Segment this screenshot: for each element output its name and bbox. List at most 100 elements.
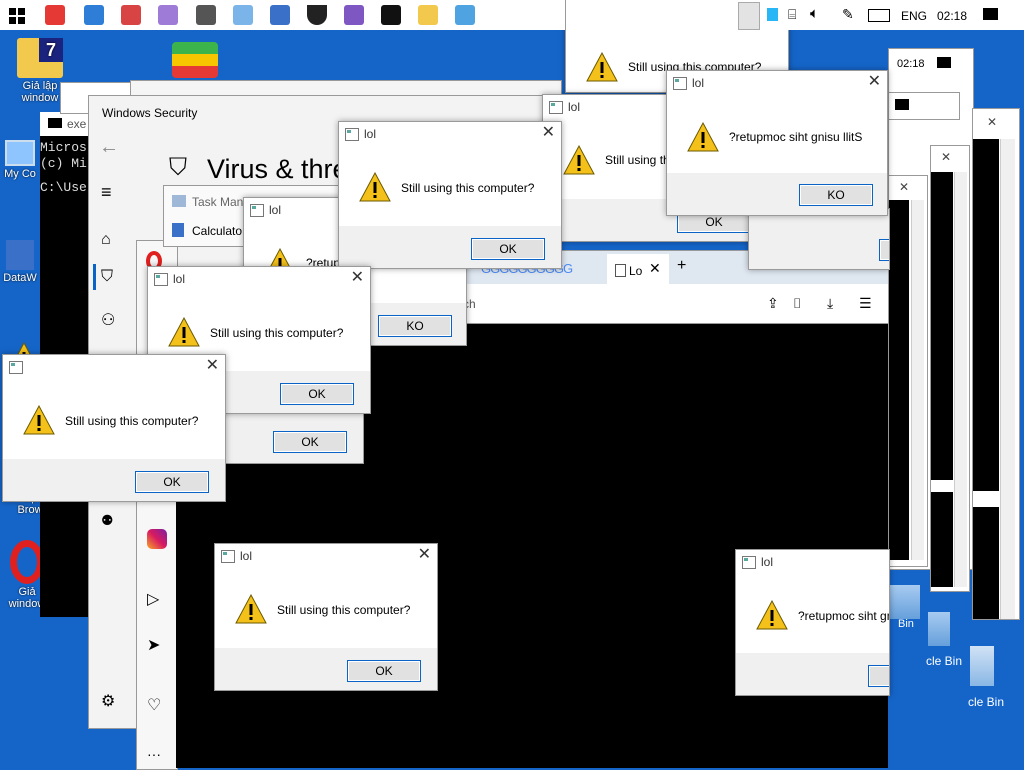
ok-button[interactable]: OK xyxy=(280,383,354,405)
recycle-bin-icon[interactable] xyxy=(970,646,994,686)
console-line: (c) Mi xyxy=(40,156,87,171)
shield-icon[interactable] xyxy=(307,5,327,25)
volume-icon[interactable]: 🔈︎ xyxy=(810,5,819,22)
desktop-icon-dataw[interactable]: DataW xyxy=(0,240,40,284)
app-icon xyxy=(673,77,687,90)
new-tab-icon[interactable]: + xyxy=(677,257,686,275)
task-manager-icon xyxy=(172,195,186,207)
play-icon[interactable]: ▷ xyxy=(147,589,159,609)
ko-button[interactable]: KO xyxy=(378,315,452,337)
ok-button[interactable] xyxy=(879,239,889,261)
download-icon[interactable]: ⤓ xyxy=(827,295,833,312)
ko-button[interactable]: KO xyxy=(799,184,873,206)
app-icon[interactable] xyxy=(344,5,364,25)
notepad-icon[interactable] xyxy=(233,5,253,25)
dialog-title: lol xyxy=(692,76,705,90)
heart-icon[interactable]: ♡ xyxy=(147,695,161,715)
scroll-window[interactable]: ✕ xyxy=(930,145,970,592)
ok-button[interactable]: OK xyxy=(135,471,209,493)
close-tab-icon[interactable]: ✕ xyxy=(649,260,661,277)
calculator-label: Calculato xyxy=(192,224,243,238)
app-icon xyxy=(742,556,756,569)
app-icon[interactable] xyxy=(84,5,104,25)
app-icon[interactable] xyxy=(158,5,178,25)
recycle-bin-icon[interactable] xyxy=(928,612,950,646)
warning-icon xyxy=(168,317,200,347)
close-icon[interactable]: ✕ xyxy=(351,269,364,287)
shield-nav-icon[interactable] xyxy=(93,264,96,290)
folder-icon[interactable] xyxy=(418,5,438,25)
scroll-window[interactable]: ✕ xyxy=(888,175,928,567)
console-tab-label: exe xyxy=(67,117,87,131)
app-icon xyxy=(345,128,359,141)
console-line: Micros xyxy=(40,140,87,155)
app-tray-icon[interactable] xyxy=(767,8,778,21)
second-clock: 02:18 xyxy=(897,58,925,70)
app-icon[interactable] xyxy=(121,5,141,25)
app-icon[interactable] xyxy=(455,5,475,25)
settings-sliders-icon[interactable]: ☰ xyxy=(859,295,872,312)
close-icon[interactable]: ✕ xyxy=(418,546,431,564)
share-icon[interactable]: ⇪ xyxy=(767,295,779,312)
browser-tab[interactable]: Lo ✕ xyxy=(607,254,669,284)
instagram-icon[interactable] xyxy=(147,529,167,549)
send-icon[interactable]: ➤ xyxy=(147,635,160,655)
scroll-window[interactable] xyxy=(888,92,960,120)
dialog-message: ?retupmoc siht gnisu llitS xyxy=(729,130,863,144)
close-icon[interactable]: ✕ xyxy=(987,115,997,129)
menu-icon[interactable]: ≡ xyxy=(101,182,112,203)
start-icon[interactable] xyxy=(9,8,25,24)
close-icon[interactable]: ✕ xyxy=(868,73,881,91)
network-icon[interactable]: ⌸ xyxy=(788,6,796,23)
close-icon[interactable]: ✕ xyxy=(941,150,951,164)
warning-icon xyxy=(563,145,595,175)
account-icon[interactable]: ⚇ xyxy=(101,310,115,330)
ok-button[interactable] xyxy=(868,665,889,687)
close-icon[interactable]: ✕ xyxy=(899,180,909,194)
task-manager-label: Task Man xyxy=(192,195,244,209)
shield-icon[interactable]: ⛉ xyxy=(101,268,113,286)
close-icon[interactable]: ✕ xyxy=(542,124,555,142)
recycle-bin-label: cle Bin xyxy=(968,695,1005,709)
close-icon[interactable]: ✕ xyxy=(206,357,219,375)
warning-icon xyxy=(687,122,719,152)
cmd-icon[interactable] xyxy=(381,5,401,25)
dialog-message: Still using this computer? xyxy=(210,326,344,340)
calculator-icon[interactable] xyxy=(196,5,216,25)
pen-icon[interactable]: ✎ xyxy=(842,6,854,23)
alert-dialog[interactable]: lol✕ Still using this computer? OK xyxy=(338,121,562,269)
desktop-icon-label: My Co xyxy=(4,168,36,180)
app-icon xyxy=(154,273,168,286)
clock[interactable]: 02:18 xyxy=(937,9,967,23)
alert-dialog[interactable] xyxy=(748,208,890,270)
ok-button[interactable]: OK xyxy=(273,431,347,453)
alert-dialog[interactable]: lol✕ Still using this computer? OK xyxy=(2,354,226,502)
family-icon[interactable]: ⚉ xyxy=(101,512,114,529)
ok-button[interactable]: OK xyxy=(347,660,421,682)
alert-dialog[interactable]: lol ✕ ?retupmoc siht gnisu llitS KO xyxy=(666,70,888,216)
back-arrow-icon[interactable]: ← xyxy=(99,136,119,159)
alert-dialog[interactable]: lol ?retupmoc siht gn xyxy=(735,549,890,696)
home-icon[interactable]: ⌂ xyxy=(101,231,111,249)
settings-icon[interactable]: ⚙ xyxy=(101,691,115,711)
scroll-window[interactable]: ✕ xyxy=(972,108,1020,620)
notification-icon[interactable] xyxy=(895,99,909,110)
keyboard-icon[interactable] xyxy=(868,9,890,22)
ok-button[interactable]: OK xyxy=(471,238,545,260)
app-icon[interactable] xyxy=(270,5,290,25)
notification-icon[interactable] xyxy=(937,57,951,68)
calculator-icon xyxy=(172,223,184,237)
recycle-bin-label: cle Bin xyxy=(926,654,963,668)
opera-icon[interactable] xyxy=(45,5,65,25)
bluestacks-icon[interactable] xyxy=(172,42,218,78)
desktop-icon-mycomputer[interactable]: My Co xyxy=(0,140,40,180)
dialog-message: Still using this computer? xyxy=(401,181,535,195)
notification-icon[interactable] xyxy=(983,8,998,20)
language-indicator[interactable]: ENG xyxy=(901,9,927,23)
dialog-title: lol xyxy=(568,100,581,114)
dialog-message: ?retupmoc siht gn xyxy=(798,609,890,623)
more-icon[interactable]: ··· xyxy=(147,746,161,762)
camera-icon[interactable]: ⌷ xyxy=(793,295,801,312)
recycle-bin-icon[interactable] xyxy=(890,585,920,619)
alert-dialog[interactable]: lol✕ Still using this computer? OK xyxy=(214,543,438,691)
